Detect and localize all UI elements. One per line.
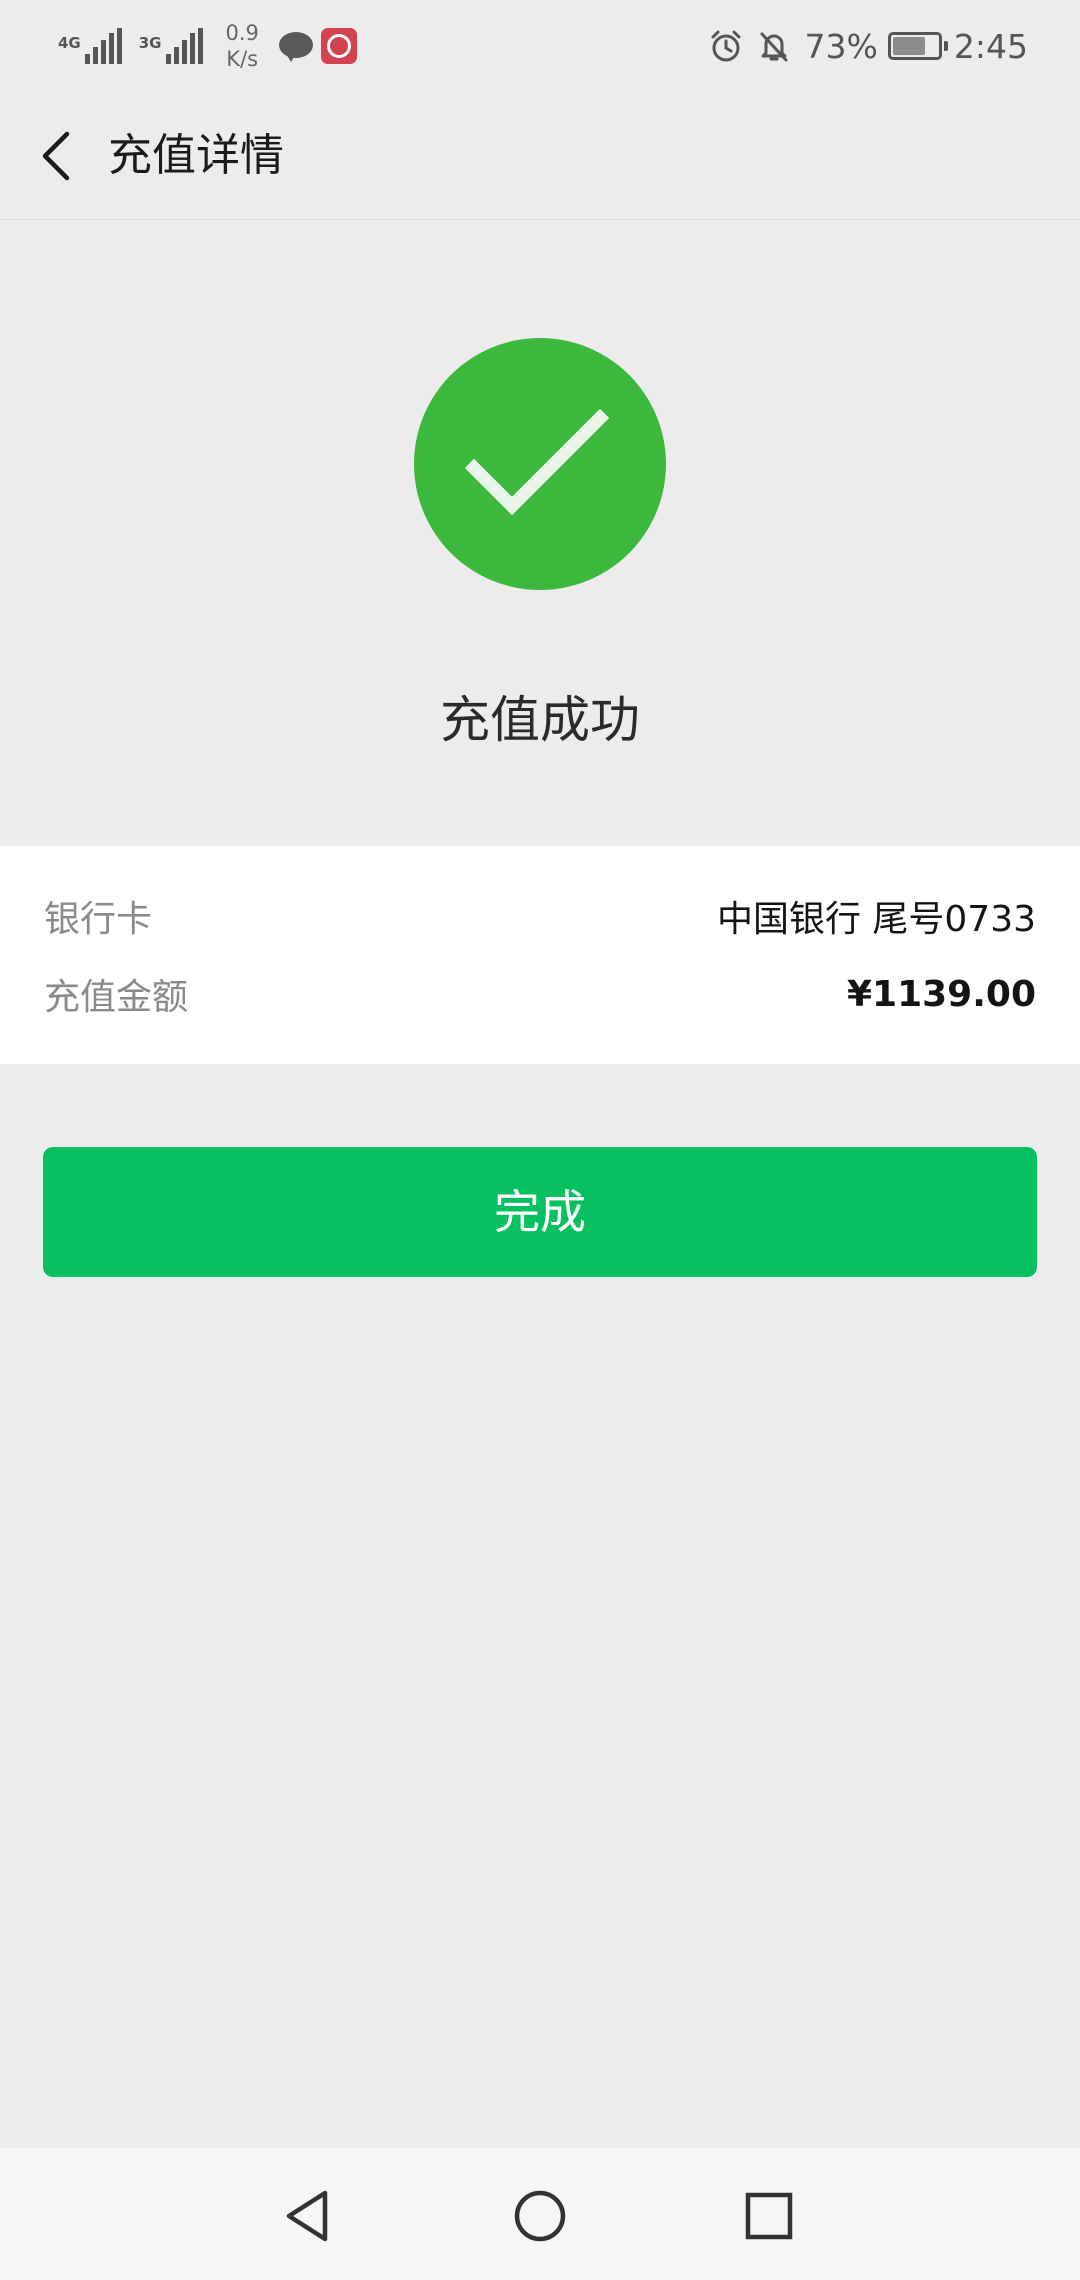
recent-square-icon bbox=[745, 2192, 793, 2240]
battery-fill bbox=[892, 37, 925, 55]
signal-4g-icon: 4G bbox=[58, 28, 125, 64]
chevron-left-icon bbox=[42, 131, 70, 181]
checkmark-icon bbox=[464, 408, 610, 516]
home-circle-icon bbox=[514, 2190, 566, 2242]
detail-label-amount: 充值金额 bbox=[44, 977, 189, 1018]
network-speed-unit: K/s bbox=[226, 47, 259, 71]
status-bar-left: 4G 3G 0.9 K/s bbox=[58, 16, 357, 76]
detail-row-bank-card: 银行卡 中国银行 尾号0733 bbox=[44, 886, 1036, 946]
page-title: 充值详情 bbox=[108, 130, 284, 181]
system-recent-button[interactable] bbox=[737, 2184, 801, 2248]
system-back-button[interactable] bbox=[276, 2184, 340, 2248]
network-type-4g: 4G bbox=[58, 34, 81, 52]
check-circle-icon bbox=[414, 338, 666, 590]
detail-value-amount: ¥1139.00 bbox=[846, 973, 1036, 1015]
network-type-3g: 3G bbox=[138, 34, 162, 52]
detail-label-bank-card: 银行卡 bbox=[44, 899, 153, 940]
battery-icon bbox=[887, 32, 948, 60]
battery-percent: 73% bbox=[804, 26, 878, 66]
system-nav-bar bbox=[0, 2148, 1080, 2280]
clock: 2:45 bbox=[953, 26, 1028, 66]
network-speed: 0.9 K/s bbox=[226, 20, 259, 72]
nav-bar: 充值详情 bbox=[0, 92, 1080, 220]
system-home-button[interactable] bbox=[508, 2184, 572, 2248]
network-speed-value: 0.9 bbox=[225, 21, 259, 45]
result-title: 充值成功 bbox=[440, 691, 640, 749]
alarm-icon bbox=[711, 30, 741, 62]
bell-off-icon bbox=[760, 32, 788, 62]
chat-bubble-icon bbox=[278, 32, 313, 62]
status-bar-right: 73% 2:45 bbox=[709, 16, 1028, 76]
status-bar: 4G 3G 0.9 K/s 73% 2:45 bbox=[0, 0, 1080, 92]
detail-row-amount: 充值金额 ¥1139.00 bbox=[44, 964, 1036, 1024]
back-button[interactable] bbox=[26, 122, 86, 190]
bank-of-china-icon bbox=[320, 28, 357, 64]
detail-value-bank-card: 中国银行 尾号0733 bbox=[716, 899, 1036, 940]
done-button[interactable]: 完成 bbox=[43, 1147, 1037, 1277]
detail-card: 银行卡 中国银行 尾号0733 充值金额 ¥1139.00 bbox=[0, 846, 1080, 1064]
back-triangle-icon bbox=[286, 2190, 328, 2242]
signal-3g-icon: 3G bbox=[139, 28, 206, 64]
